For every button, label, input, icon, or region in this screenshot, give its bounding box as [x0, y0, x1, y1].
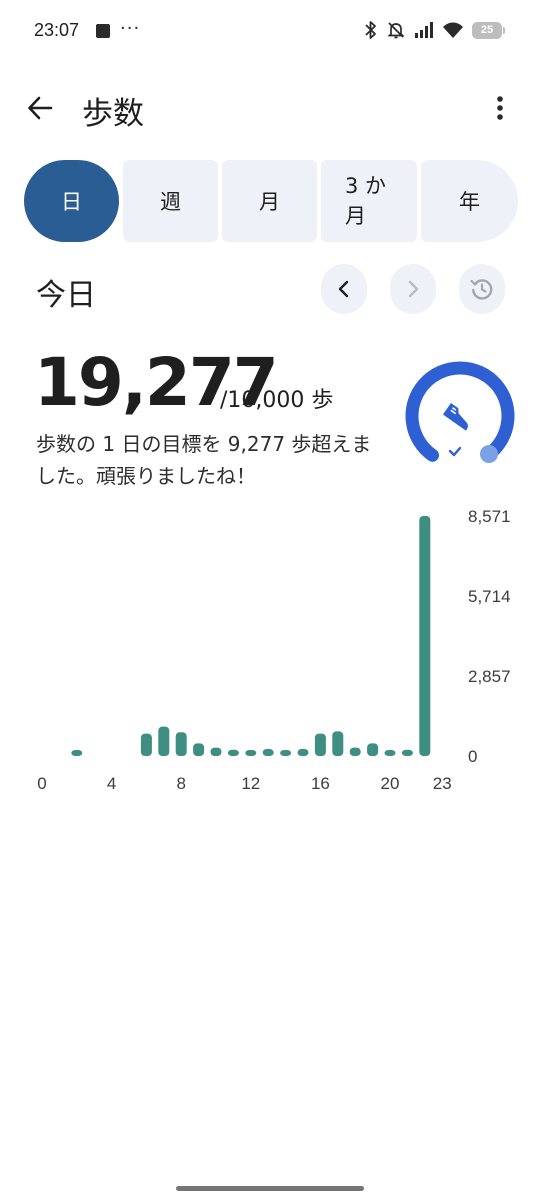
restore-icon: [470, 279, 493, 300]
arrow-back-icon: [28, 96, 53, 120]
chart-bar-hour-16: [314, 733, 326, 756]
x-tick-label: 20: [381, 774, 400, 793]
next-period-button[interactable]: [390, 264, 436, 314]
chart-bar-hour-2: [71, 750, 83, 756]
sneaker-icon: [442, 403, 468, 431]
tab-3-months[interactable]: 3 か月: [321, 160, 417, 242]
status-icons: 25: [364, 20, 505, 40]
tab-year-label: 年: [459, 190, 480, 214]
goal-ring-track: [405, 361, 515, 462]
chart-bar-hour-22: [419, 516, 431, 756]
y-tick-label: 0: [468, 747, 477, 766]
status-bar: 23:07 ··· 25: [0, 0, 540, 64]
home-indicator[interactable]: [176, 1186, 364, 1191]
steps-goal: /10,000 歩: [220, 388, 334, 413]
chart-bar-hour-17: [332, 731, 344, 756]
cellular-signal-icon: [414, 21, 434, 39]
more-vertical-icon: [497, 96, 503, 120]
tab-3-months-label: 3 か月: [345, 174, 387, 228]
y-tick-label: 5,714: [468, 587, 511, 606]
chart-bar-hour-6: [140, 733, 152, 756]
chart-bar-hour-19: [367, 743, 379, 756]
tab-month[interactable]: 月: [222, 160, 317, 242]
chart-bar-hour-13: [262, 749, 274, 756]
x-tick-label: 12: [241, 774, 260, 793]
goal-message: 歩数の 1 日の目標を 9,277 歩超えました。頑張りましたね！: [36, 432, 372, 488]
goal-ring: [398, 356, 520, 478]
x-tick-label: 0: [37, 774, 46, 793]
y-tick-label: 2,857: [468, 667, 511, 686]
range-tabs: 日 週 月 3 か月 年: [24, 160, 518, 242]
x-tick-label: 16: [311, 774, 330, 793]
x-tick-label: 8: [176, 774, 185, 793]
chart-bar-hour-20: [384, 750, 396, 756]
chevron-left-icon: [338, 280, 349, 298]
reset-period-button[interactable]: [459, 264, 505, 314]
check-icon: [448, 446, 462, 457]
notification-square-icon: [96, 24, 110, 38]
chart-bar-hour-7: [158, 726, 170, 756]
chart-bar-hour-14: [280, 750, 292, 756]
bluetooth-icon: [364, 20, 378, 40]
tab-year[interactable]: 年: [421, 160, 518, 242]
silent-mode-icon: [386, 20, 406, 40]
chart-bar-hour-15: [297, 749, 309, 756]
previous-period-button[interactable]: [321, 264, 367, 314]
tab-day[interactable]: 日: [24, 160, 119, 242]
status-time: 23:07: [34, 20, 80, 40]
hourly-steps-chart: 0 4 8 12 16 20 23 8,571 5,714 2,857 0: [37, 507, 511, 793]
app-bar: 歩数: [0, 76, 540, 140]
y-tick-label: 8,571: [468, 507, 511, 526]
goal-ring-end-marker: [480, 445, 498, 463]
x-tick-label: 23: [433, 774, 452, 793]
tab-week-label: 週: [160, 190, 181, 214]
period-label: 今日: [36, 278, 96, 313]
tab-week[interactable]: 週: [123, 160, 218, 242]
chart-bar-hour-18: [349, 747, 361, 756]
page-title: 歩数: [82, 96, 144, 132]
battery-icon: 25: [472, 21, 505, 39]
chart-bar-hour-12: [245, 750, 257, 756]
chart-bar-hour-10: [210, 747, 222, 756]
tab-day-label: 日: [61, 190, 82, 214]
wifi-icon: [442, 21, 464, 39]
more-notifications-icon: ···: [120, 18, 141, 39]
battery-level: 25: [480, 24, 494, 36]
tab-month-label: 月: [259, 190, 280, 214]
chart-bar-hour-11: [227, 749, 239, 756]
chart-bar-hour-9: [193, 743, 205, 756]
x-tick-label: 4: [107, 774, 116, 793]
back-button[interactable]: [22, 90, 58, 126]
chevron-right-icon: [408, 280, 419, 298]
overflow-menu-button[interactable]: [486, 90, 514, 126]
chart-bar-hour-8: [175, 732, 187, 756]
chart-bar-hour-21: [401, 749, 413, 756]
